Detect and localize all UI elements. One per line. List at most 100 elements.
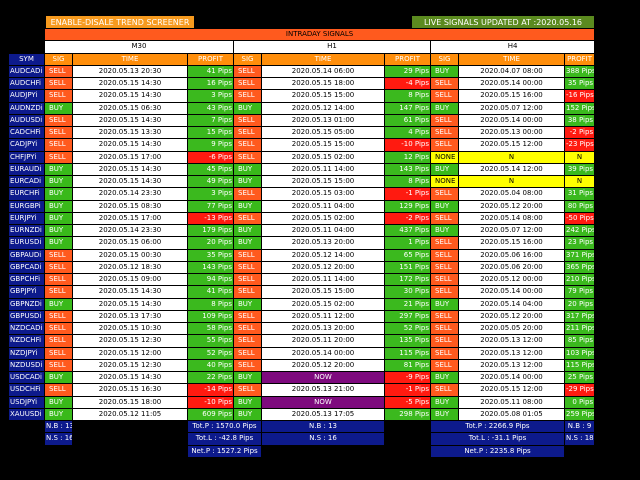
signal-cell: BUY: [44, 223, 73, 238]
symbol-cell[interactable]: NZDCHFi: [8, 334, 45, 348]
signal-cell: SELL: [233, 309, 262, 324]
signal-cell: BUY: [44, 211, 73, 226]
profit-cell: 147 Pips: [384, 101, 431, 115]
profit-cell: 210 Pips: [563, 272, 596, 287]
profit-cell: 39 Pips: [563, 162, 596, 177]
signal-cell: SELL: [430, 113, 459, 128]
symbol-cell[interactable]: GBPJPYi: [8, 285, 45, 299]
profit-cell: -5 Pips: [384, 395, 431, 409]
symbol-cell[interactable]: NZDCADi: [8, 321, 45, 336]
time-cell: 2020.05.15 12:00: [72, 346, 188, 360]
time-cell: 2020.05.13 12:00: [458, 358, 565, 373]
symbol-cell[interactable]: CADJPYi: [8, 138, 45, 152]
symbol-cell[interactable]: GBPCADi: [8, 260, 45, 275]
table-row: GBPCHFi SELL 2020.05.15 09:00 94 Pips SELL 20…: [8, 272, 596, 287]
sym-blank: [8, 40, 45, 54]
signal-cell: SELL: [430, 321, 459, 336]
time-cell: 2020.05.15 03:00: [261, 187, 385, 201]
symbol-cell[interactable]: GBPUSDi: [8, 309, 45, 324]
time-cell: 2020.05.14 12:00: [458, 162, 565, 177]
time-cell: 2020.05.14 00:00: [261, 346, 385, 360]
footer-blank: [72, 444, 188, 458]
time-cell: 2020.05.13 17:30: [72, 309, 188, 324]
time-cell: 2020.05.06 16:00: [458, 248, 565, 262]
profit-cell: 43 Pips: [187, 101, 234, 115]
symbol-cell[interactable]: AUDCADi: [8, 64, 45, 79]
time-cell: 2020.05.12 20:00: [458, 199, 565, 213]
signal-cell: BUY: [430, 199, 459, 213]
profit-header: PROFIT: [563, 52, 596, 66]
profit-cell: -50 Pips: [563, 211, 596, 226]
symbol-cell[interactable]: EURUSDi: [8, 236, 45, 250]
signal-cell: BUY: [430, 101, 459, 115]
symbol-cell[interactable]: USDCHFi: [8, 383, 45, 397]
symbol-cell[interactable]: NZDJPYi: [8, 346, 45, 360]
time-cell: 2020.05.14 23:30: [72, 187, 188, 201]
signal-cell: SELL: [233, 64, 262, 79]
time-cell: 2020.04.07 08:00: [458, 64, 565, 79]
symbol-cell[interactable]: GBPAUDi: [8, 248, 45, 262]
profit-cell: 25 Pips: [563, 370, 596, 385]
time-cell: 2020.05.15 14:30: [72, 76, 188, 91]
symbol-cell[interactable]: AUDUSDi: [8, 113, 45, 128]
symbol-cell[interactable]: AUDCHFi: [8, 76, 45, 91]
symbol-cell[interactable]: EURCADi: [8, 174, 45, 189]
signal-cell: BUY: [233, 162, 262, 177]
time-cell: 2020.05.14 04:00: [458, 297, 565, 311]
profit-cell: 41 Pips: [187, 285, 234, 299]
symbol-cell[interactable]: EURGBPi: [8, 199, 45, 213]
time-cell: 2020.05.15 15:00: [261, 89, 385, 103]
symbol-cell[interactable]: EURAUDi: [8, 162, 45, 177]
symbol-cell[interactable]: GBPCHFi: [8, 272, 45, 287]
timeframe-header-m30: M30: [44, 40, 234, 54]
symbol-cell[interactable]: USDJPYi: [8, 395, 45, 409]
time-cell: 2020.05.13 21:00: [261, 383, 385, 397]
symbol-cell[interactable]: GBPNZDi: [8, 297, 45, 311]
table-row: EURCHFi BUY 2020.05.14 23:30 3 Pips SELL 2020…: [8, 187, 596, 201]
symbol-cell[interactable]: CADCHFi: [8, 125, 45, 140]
profit-cell: -16 Pips: [563, 89, 596, 103]
symbol-cell[interactable]: EURJPYi: [8, 211, 45, 226]
profit-cell: 38 Pips: [563, 113, 596, 128]
profit-cell: 81 Pips: [384, 358, 431, 373]
profit-cell: 179 Pips: [187, 223, 234, 238]
symbol-cell[interactable]: EURNZDi: [8, 223, 45, 238]
time-cell: 2020.05.12 11:05: [72, 407, 188, 422]
profit-cell: 3 Pips: [187, 89, 234, 103]
time-header: TIME: [72, 52, 188, 66]
footer-count-cell: N.S : 16: [261, 432, 385, 446]
signal-cell: SELL: [233, 321, 262, 336]
symbol-cell[interactable]: AUDNZDi: [8, 101, 45, 115]
time-cell: 2020.05.15 12:30: [72, 334, 188, 348]
signal-cell: BUY: [233, 407, 262, 422]
signal-cell: SELL: [44, 76, 73, 91]
section-title: INTRADAY SIGNALS: [43, 27, 596, 42]
signal-cell: SELL: [44, 125, 73, 140]
profit-cell: -10 Pips: [187, 395, 234, 409]
symbol-cell[interactable]: NZDUSDi: [8, 358, 45, 373]
time-cell: 2020.05.15 16:30: [72, 383, 188, 397]
time-cell: 2020.05.13 20:00: [261, 321, 385, 336]
profit-cell: 20 Pips: [187, 236, 234, 250]
time-cell: 2020.05.15 02:00: [261, 211, 385, 226]
symbol-cell[interactable]: USDCADi: [8, 370, 45, 385]
time-cell: 2020.05.13 00:00: [458, 125, 565, 140]
profit-cell: 16 Pips: [187, 76, 234, 91]
signal-cell: SELL: [233, 260, 262, 275]
time-cell: 2020.05.13 12:00: [458, 334, 565, 348]
signal-cell: SELL: [430, 346, 459, 360]
profit-cell: 172 Pips: [384, 272, 431, 287]
symbol-cell[interactable]: XAUUSDi: [8, 407, 45, 422]
time-cell: 2020.05.11 08:00: [458, 395, 565, 409]
signal-cell: BUY: [44, 407, 73, 422]
time-cell: 2020.05.14 23:30: [72, 223, 188, 238]
profit-cell: 609 Pips: [187, 407, 234, 422]
sig-header: SIG: [233, 52, 262, 66]
timeframe-header-h1: H1: [233, 40, 431, 54]
symbol-cell[interactable]: EURCHFi: [8, 187, 45, 201]
signal-cell: SELL: [430, 236, 459, 250]
profit-cell: 41 Pips: [187, 64, 234, 79]
symbol-cell[interactable]: CHFJPYi: [8, 150, 45, 164]
signal-cell: SELL: [430, 285, 459, 299]
symbol-cell[interactable]: AUDJPYi: [8, 89, 45, 103]
